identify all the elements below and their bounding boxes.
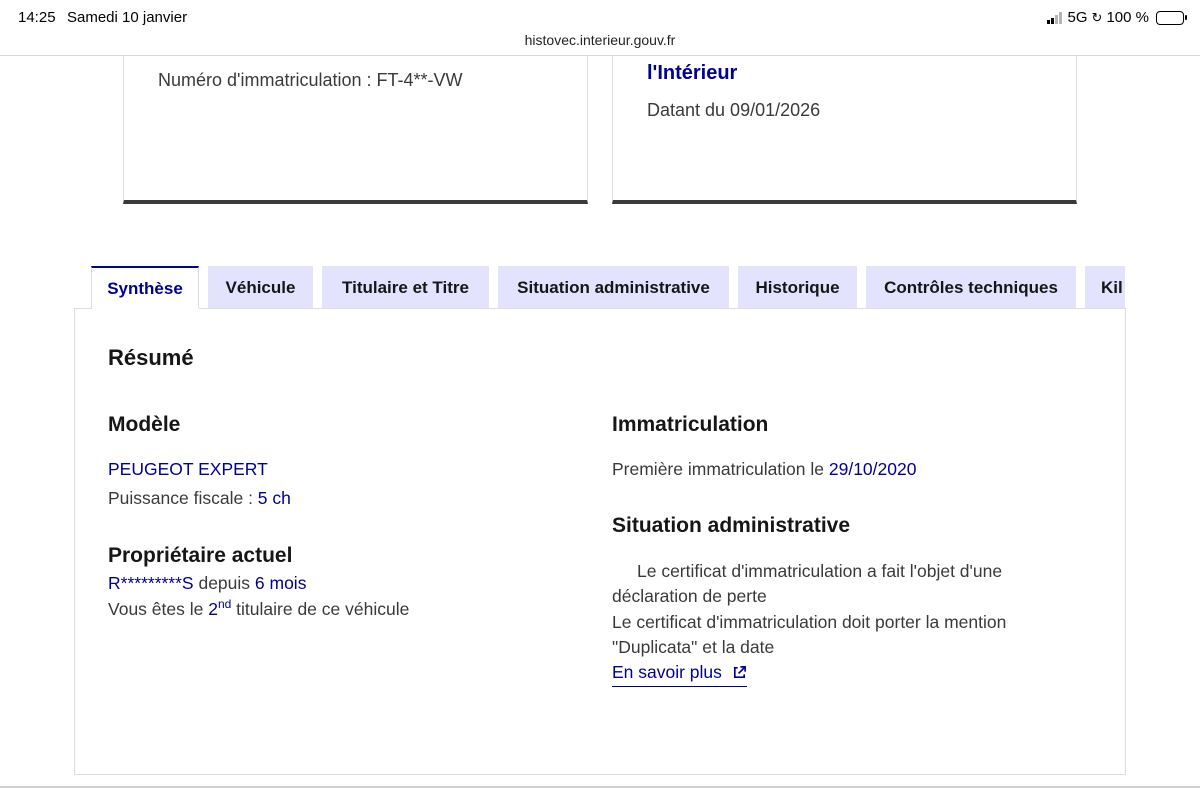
- tab-vehicule[interactable]: Véhicule: [208, 266, 313, 309]
- admin-situation-heading: Situation administrative: [612, 514, 851, 537]
- battery-icon: [1156, 10, 1187, 25]
- report-date: Datant du 09/01/2026: [647, 100, 821, 120]
- tab-situation-administrative[interactable]: Situation administrative: [498, 266, 729, 309]
- summary-panel: [74, 308, 1126, 775]
- tab-synthese[interactable]: Synthèse: [91, 266, 199, 309]
- admin-situation-line: déclaration de perte: [612, 586, 767, 606]
- model-name: PEUGEOT EXPERT: [108, 459, 268, 479]
- first-registration: Première immatriculation le 29/10/2020: [612, 459, 917, 479]
- ministry-name: l'Intérieur: [647, 62, 738, 84]
- registration-card: Numéro d'immatriculation : FT-4**-VW: [123, 56, 588, 204]
- owner-rank-number: 2nd: [208, 597, 232, 619]
- admin-situation-line: "Duplicata" et la date: [612, 637, 775, 657]
- first-registration-date: 29/10/2020: [828, 459, 917, 479]
- status-time: 14:25: [18, 9, 56, 26]
- fiscal-power: Puissance fiscale : 5 ch: [108, 488, 291, 508]
- owner-masked-name: R*********S: [108, 573, 194, 593]
- tab-kilometrage[interactable]: Kil: [1085, 266, 1125, 309]
- summary-title: Résumé: [108, 345, 194, 370]
- external-link-icon: [733, 666, 746, 679]
- panel-border: [199, 308, 1126, 309]
- tab-controles-techniques[interactable]: Contrôles techniques: [866, 266, 1076, 309]
- learn-more-link[interactable]: En savoir plus: [612, 662, 747, 687]
- status-indicators: 5G ↻ 100 %: [1046, 9, 1187, 26]
- admin-situation-line: Le certificat d'immatriculation a fait l…: [637, 561, 1003, 581]
- learn-more-label: En savoir plus: [612, 662, 722, 682]
- panel-border: [74, 308, 92, 309]
- registration-heading: Immatriculation: [612, 413, 769, 436]
- address-bar[interactable]: histovec.interieur.gouv.fr: [0, 32, 1200, 48]
- signal-icon: [1046, 11, 1062, 24]
- orientation-lock-icon: ↻: [1091, 9, 1103, 25]
- model-heading: Modèle: [108, 413, 181, 436]
- fiscal-power-value: 5 ch: [257, 488, 291, 508]
- owner-duration: 6 mois: [254, 573, 307, 593]
- admin-situation-line: Le certificat d'immatriculation doit por…: [612, 612, 1007, 632]
- tab-titulaire[interactable]: Titulaire et Titre: [322, 266, 489, 309]
- owner-rank: Vous êtes le 2nd titulaire de ce véhicul…: [108, 597, 410, 619]
- tab-historique[interactable]: Historique: [738, 266, 857, 309]
- tab-bar: Synthèse Véhicule Titulaire et Titre Sit…: [91, 266, 1125, 309]
- owner-line: R*********S depuis 6 mois: [108, 573, 307, 593]
- network-label: 5G: [1067, 9, 1088, 26]
- battery-label: 100 %: [1106, 9, 1149, 26]
- status-date: Samedi 10 janvier: [67, 9, 188, 26]
- status-bar: 14:25 Samedi 10 janvier 5G ↻ 100 %: [0, 0, 1200, 34]
- plate-number: Numéro d'immatriculation : FT-4**-VW: [158, 70, 463, 90]
- issuer-card: l'Intérieur Datant du 09/01/2026: [612, 56, 1077, 204]
- owner-heading: Propriétaire actuel: [108, 544, 293, 567]
